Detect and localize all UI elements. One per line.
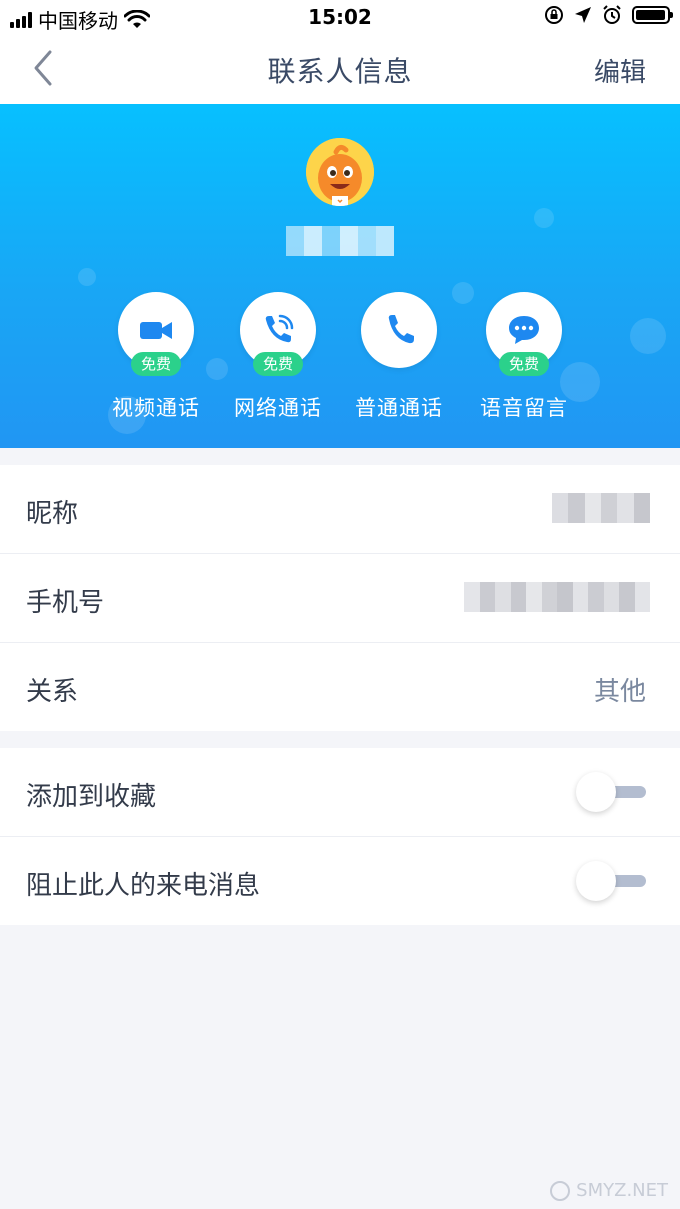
status-right (544, 5, 673, 25)
regular-call-circle[interactable] (361, 292, 437, 368)
network-call-circle[interactable]: 免费 (240, 292, 316, 376)
voice-message-circle[interactable]: 免费 (486, 292, 562, 376)
alarm-icon (603, 5, 621, 24)
contact-settings-section: 添加到收藏 阻止此人的来电消息 (0, 748, 680, 925)
watermark-text: SMYZ.NET (576, 1180, 668, 1201)
contact-avatar[interactable] (306, 138, 374, 206)
block-calls-row: 阻止此人的来电消息 (0, 837, 680, 925)
video-call-icon (140, 322, 172, 339)
favorite-row: 添加到收藏 (0, 748, 680, 837)
site-watermark: SMYZ.NET (550, 1180, 668, 1201)
nickname-value-pixelated (552, 493, 650, 523)
call-actions: 免费 视频通话 免费 网络通话 普通通话 免费 语音留言 (0, 292, 680, 422)
contact-name-pixelated (286, 226, 394, 256)
favorite-label: 添加到收藏 (26, 782, 157, 812)
free-badge: 免费 (252, 352, 304, 376)
network-call-icon (265, 314, 294, 343)
nickname-row[interactable]: 昵称 (0, 465, 680, 554)
rotation-lock-icon (545, 6, 563, 24)
status-bar: 中国移动 15:02 (0, 0, 680, 34)
video-call-button[interactable]: 免费 视频通话 (91, 292, 221, 422)
free-badge: 免费 (130, 352, 182, 376)
profile-header: 免费 视频通话 免费 网络通话 普通通话 免费 语音留言 (0, 104, 680, 448)
voice-message-icon (509, 316, 539, 344)
phone-value-pixelated (464, 582, 650, 612)
network-call-button[interactable]: 免费 网络通话 (213, 292, 343, 422)
action-label: 普通通话 (355, 396, 443, 420)
action-label: 视频通话 (112, 396, 200, 420)
phone-row[interactable]: 手机号 (0, 554, 680, 643)
regular-call-button[interactable]: 普通通话 (334, 292, 464, 422)
contact-info-section: 昵称 手机号 关系 其他 (0, 465, 680, 731)
decor-bubble (534, 208, 554, 228)
relation-value: 其他 (593, 677, 646, 707)
block-calls-label: 阻止此人的来电消息 (26, 871, 261, 901)
decor-bubble (78, 268, 96, 286)
video-call-circle[interactable]: 免费 (118, 292, 194, 376)
watermark-logo-icon (550, 1180, 571, 1201)
nav-bar: 联系人信息 编辑 (0, 34, 680, 104)
free-badge: 免费 (498, 352, 550, 376)
relation-row[interactable]: 关系 其他 (0, 643, 680, 731)
battery-icon (632, 6, 673, 24)
phone-label: 手机号 (26, 588, 105, 618)
relation-label: 关系 (26, 677, 79, 707)
phone-icon (388, 315, 414, 344)
mascot-avatar-icon (306, 138, 374, 206)
favorite-toggle[interactable] (576, 772, 646, 812)
page-title: 联系人信息 (267, 55, 413, 88)
action-label: 语音留言 (480, 396, 568, 420)
location-icon (575, 7, 591, 23)
edit-button[interactable]: 编辑 (594, 52, 646, 89)
block-calls-toggle[interactable] (576, 861, 646, 901)
voice-message-button[interactable]: 免费 语音留言 (459, 292, 589, 422)
action-label: 网络通话 (234, 396, 322, 420)
nickname-label: 昵称 (26, 499, 79, 529)
